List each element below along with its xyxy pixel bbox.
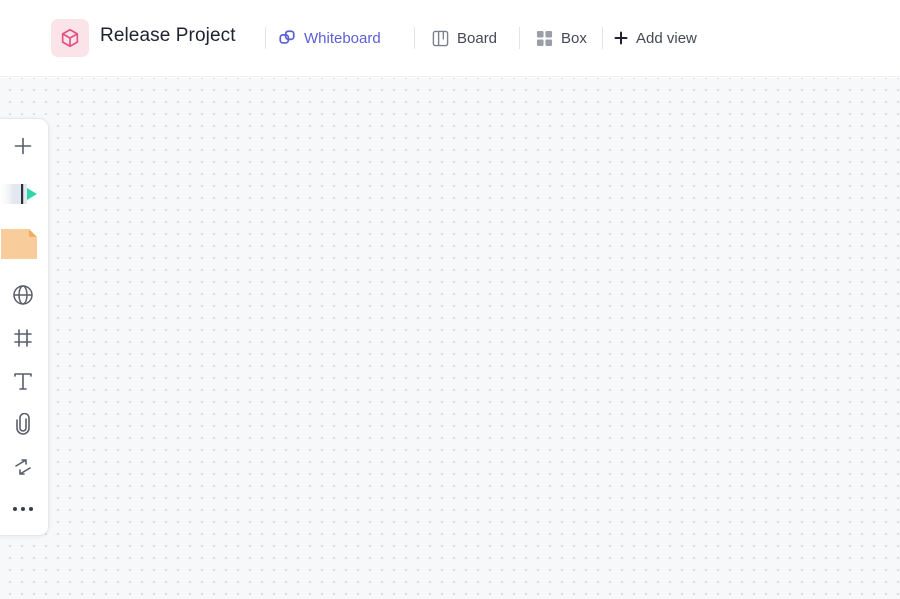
tab-box[interactable]: Box — [536, 24, 587, 52]
plus-icon — [14, 137, 31, 155]
sticky-note-tool[interactable] — [1, 225, 44, 261]
frame-icon — [13, 329, 32, 347]
add-tool[interactable] — [1, 129, 44, 163]
sticky-note-icon — [1, 229, 37, 259]
globe-icon — [12, 285, 33, 305]
more-icon — [12, 507, 33, 511]
connector-tool[interactable] — [1, 450, 44, 484]
connector-icon — [14, 459, 31, 475]
text-tool[interactable] — [1, 364, 44, 398]
pen-icon — [1, 184, 37, 204]
pen-tool[interactable] — [1, 177, 44, 211]
project-icon[interactable] — [51, 19, 89, 57]
tab-board[interactable]: Board — [432, 24, 497, 52]
view-header: Release Project Whiteboard Board Box Add… — [0, 0, 900, 77]
more-tools-button[interactable] — [1, 492, 44, 526]
tab-label: Box — [561, 29, 587, 47]
plus-icon — [614, 31, 628, 45]
text-icon — [13, 373, 32, 390]
tab-whiteboard[interactable]: Whiteboard — [278, 24, 381, 52]
divider — [602, 27, 603, 49]
project-title: Release Project — [100, 25, 236, 46]
attach-tool[interactable] — [1, 407, 44, 441]
add-view-label: Add view — [636, 29, 697, 47]
paperclip-icon — [15, 413, 30, 435]
board-icon — [432, 30, 449, 47]
box-grid-icon — [536, 30, 553, 47]
whiteboard-icon — [278, 29, 296, 47]
embed-tool[interactable] — [1, 278, 44, 312]
frame-tool[interactable] — [1, 321, 44, 355]
add-view-button[interactable]: Add view — [614, 24, 697, 52]
whiteboard-toolbar — [0, 118, 49, 536]
cube-icon — [61, 28, 79, 48]
tab-label: Whiteboard — [304, 29, 381, 47]
whiteboard-canvas[interactable] — [0, 78, 900, 599]
divider — [265, 27, 266, 49]
tab-label: Board — [457, 29, 498, 47]
divider — [519, 27, 520, 49]
divider — [414, 27, 415, 49]
